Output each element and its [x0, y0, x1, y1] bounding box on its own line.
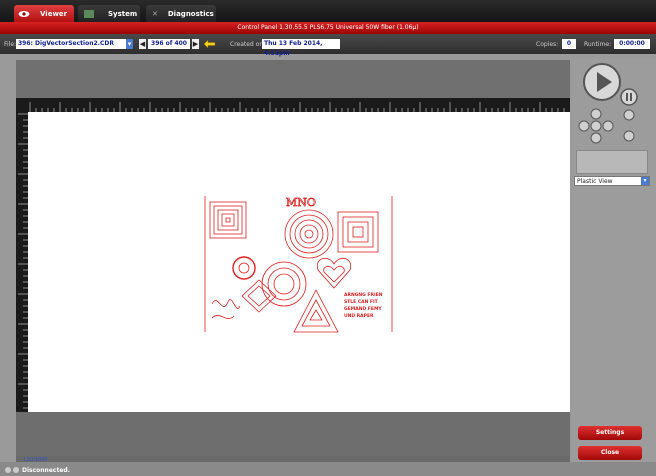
svg-text:ARNGNG FRIEN: ARNGNG FRIEN — [344, 292, 383, 298]
pause-icon — [626, 93, 628, 101]
canvas-top-margin — [16, 60, 570, 98]
play-button[interactable] — [582, 62, 622, 102]
file-dropdown-icon[interactable]: ▾ — [126, 39, 133, 49]
job-artwork: MNO ARNGNG FRIENSTLE CAN FITGEMAND FEMYU… — [204, 196, 393, 333]
return-arrow-icon[interactable] — [202, 39, 216, 49]
created-value: Thu 13 Feb 2014, 4:51pm — [262, 39, 340, 57]
file-value: 396: DigVectorSection2.CDR — [18, 40, 114, 47]
job-counter: 396 of 400 — [148, 39, 190, 49]
diagnostics-icon: ✕ — [152, 9, 158, 18]
svg-text:GEMAND FEMY: GEMAND FEMY — [344, 306, 382, 312]
tab-viewer[interactable]: Viewer — [14, 5, 74, 22]
preview-box — [576, 150, 648, 174]
created-label: Created on: — [230, 41, 266, 48]
file-select[interactable]: 396: DigVectorSection2.CDR — [16, 39, 126, 49]
settings-button[interactable]: Settings — [578, 426, 642, 440]
tab-system-label: System — [108, 9, 138, 18]
svg-text:UND RAPER: UND RAPER — [344, 313, 374, 319]
tab-system[interactable]: System — [78, 5, 140, 22]
title-strip: Control Panel 1.30.55.5 PLS6.75 Universa… — [0, 22, 656, 34]
tab-viewer-label: Viewer — [40, 9, 68, 18]
status-bar — [0, 462, 656, 476]
ruler-left — [16, 112, 28, 412]
z-axis-pad[interactable] — [622, 108, 636, 144]
status-text: Disconnected. — [22, 467, 70, 474]
svg-text:STLE CAN FIT: STLE CAN FIT — [344, 299, 379, 305]
copies-label: Copies: — [536, 41, 559, 48]
runtime-value: 0:00:00 — [614, 39, 650, 49]
tab-diagnostics[interactable]: ✕ Diagnostics — [146, 5, 216, 22]
file-label: File: — [4, 41, 17, 48]
jog-pad[interactable] — [578, 108, 614, 144]
prev-job-icon[interactable]: ◀ — [139, 39, 146, 49]
eye-icon — [18, 10, 30, 17]
connection-icon — [5, 467, 19, 473]
work-page[interactable]: MNO ARNGNG FRIEN STLE CAN FIT GEMAND FEMY U… — [28, 112, 570, 412]
status-link[interactable]: LS0/1000 — [24, 457, 48, 463]
ruler-top — [16, 98, 570, 112]
artwork-text-right: ARNGNG FRIENSTLE CAN FITGEMAND FEMYUND R… — [344, 292, 383, 319]
copies-value: 0 — [562, 39, 576, 49]
chevron-down-icon[interactable]: ▾ — [641, 177, 649, 185]
toolbar: File: 396: DigVectorSection2.CDR ▾ ◀ 396… — [0, 34, 656, 57]
view-select[interactable]: Plastic View ▾ — [574, 176, 650, 186]
next-job-icon[interactable]: ▶ — [192, 39, 199, 49]
tab-diagnostics-label: Diagnostics — [167, 9, 214, 18]
system-icon — [84, 9, 94, 18]
tab-bar: Viewer System ✕ Diagnostics — [0, 0, 656, 22]
close-button[interactable]: Close — [578, 446, 642, 460]
runtime-label: Runtime: — [584, 41, 612, 48]
view-select-value: Plastic View — [577, 178, 613, 185]
pause-button[interactable] — [620, 88, 638, 106]
artwork-text-top: MNO — [286, 196, 316, 209]
canvas-bottom-margin — [16, 412, 570, 456]
